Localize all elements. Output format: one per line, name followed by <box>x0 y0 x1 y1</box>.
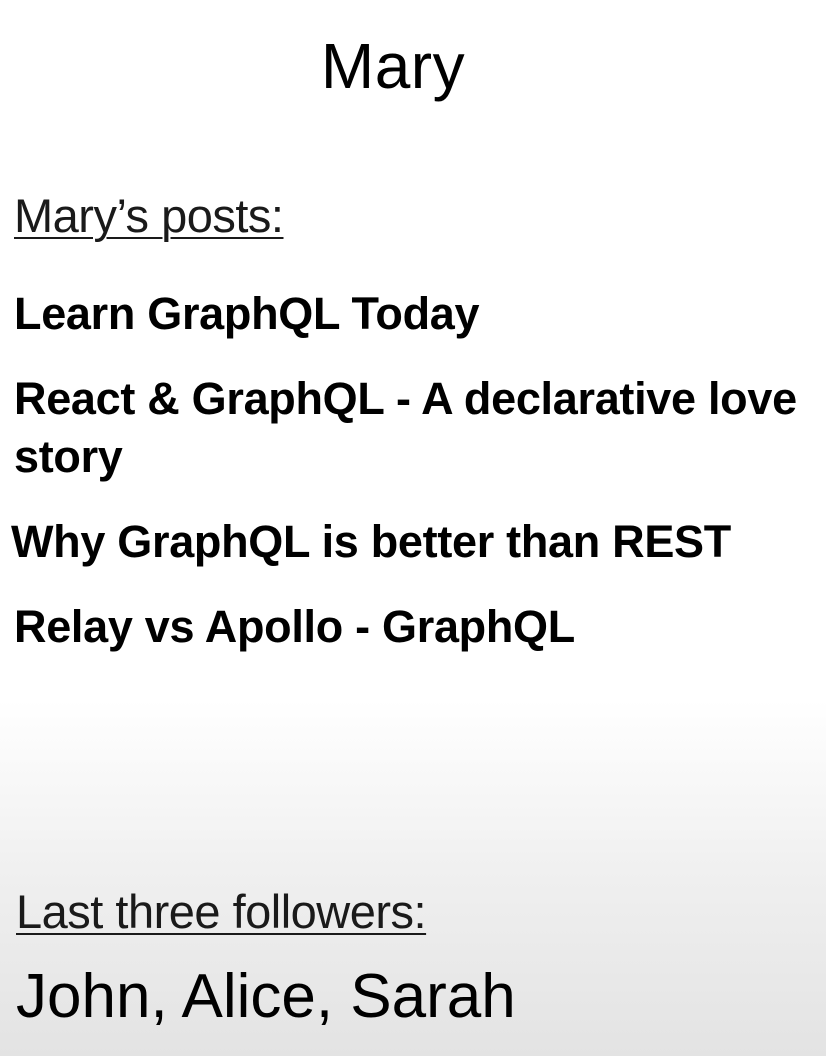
followers-heading: Last three followers: <box>16 885 427 938</box>
post-item[interactable]: Relay vs Apollo - GraphQL <box>14 598 814 656</box>
post-item[interactable]: Why GraphQL is better than REST <box>11 513 814 571</box>
followers-list: John, Alice, Sarah <box>16 962 516 1031</box>
post-item[interactable]: Learn GraphQL Today <box>14 285 814 343</box>
post-list: Learn GraphQL Today React & GraphQL - A … <box>11 285 814 683</box>
profile-name: Mary <box>320 30 466 102</box>
posts-heading: Mary’s posts: <box>14 189 284 242</box>
post-item[interactable]: React & GraphQL - A declarative love sto… <box>14 370 814 486</box>
